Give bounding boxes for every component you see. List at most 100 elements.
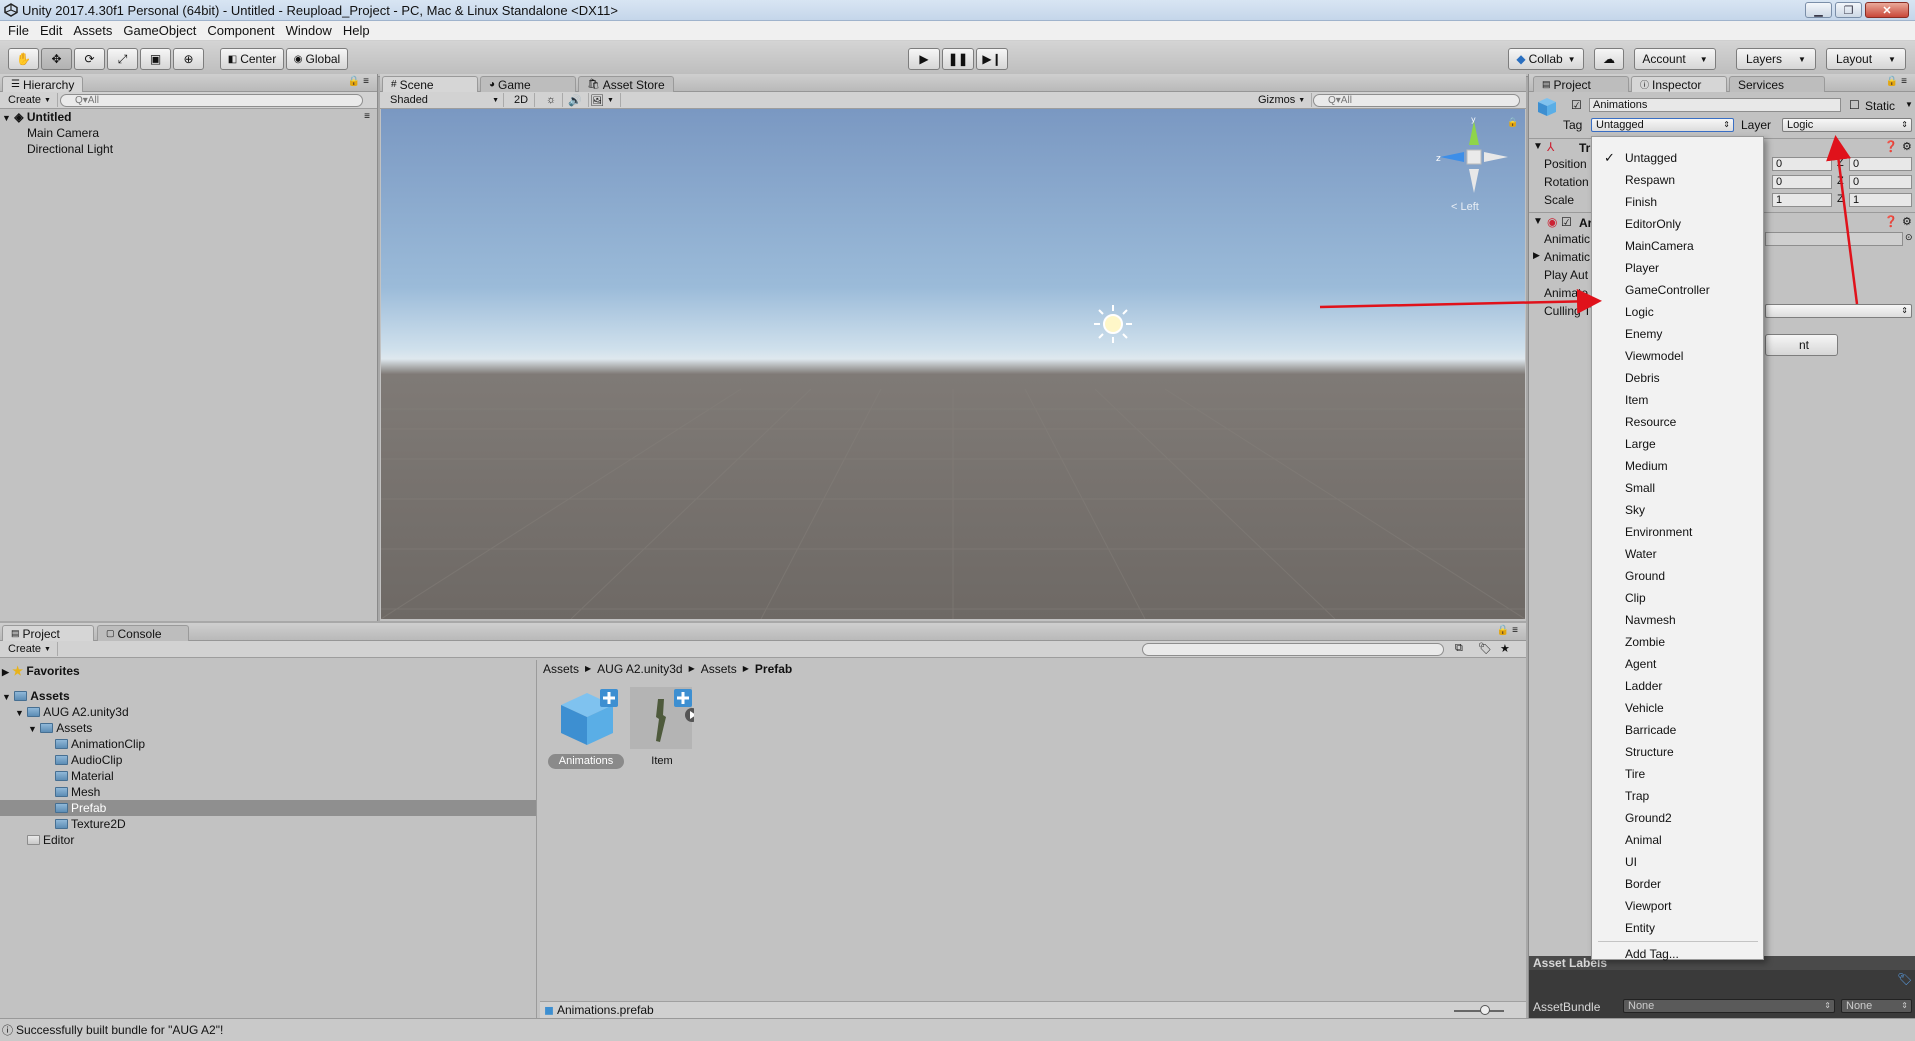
tag-option-respawn[interactable]: Respawn bbox=[1592, 169, 1763, 191]
tree-item-editor[interactable]: Editor bbox=[27, 832, 74, 848]
tag-option-medium[interactable]: Medium bbox=[1592, 455, 1763, 477]
tag-option-navmesh[interactable]: Navmesh bbox=[1592, 609, 1763, 631]
shading-mode-dropdown[interactable]: Shaded ▼ bbox=[384, 93, 504, 107]
tab-inspector[interactable]: ⓘ Inspector bbox=[1631, 76, 1727, 92]
scene-viewport[interactable]: z y < Left 🔒 bbox=[381, 109, 1525, 619]
scene-effects-dropdown[interactable]: 🖼 ▼ bbox=[584, 93, 621, 107]
panel-menu-icon[interactable]: 🔒 ≡ bbox=[1497, 625, 1518, 636]
tab-game[interactable]: ◕ Game bbox=[480, 76, 576, 92]
breadcrumb-item[interactable]: Assets bbox=[543, 662, 579, 676]
tag-option-viewmodel[interactable]: Viewmodel bbox=[1592, 345, 1763, 367]
tree-item-prefab[interactable]: Prefab bbox=[55, 800, 106, 816]
pivot-center-button[interactable]: ◧ Center bbox=[220, 48, 284, 70]
tag-option-agent[interactable]: Agent bbox=[1592, 653, 1763, 675]
rect-tool-button[interactable]: ▣ bbox=[140, 48, 171, 70]
rotation-y-field[interactable]: 0 bbox=[1772, 175, 1832, 189]
tag-option-item[interactable]: Item bbox=[1592, 389, 1763, 411]
menu-assets[interactable]: Assets bbox=[70, 21, 115, 40]
breadcrumb-item[interactable]: Assets bbox=[701, 662, 737, 676]
tag-option-sky[interactable]: Sky bbox=[1592, 499, 1763, 521]
component-enabled-checkbox[interactable]: ☑ bbox=[1561, 215, 1572, 229]
tree-item-texture2d[interactable]: Texture2D bbox=[55, 816, 126, 832]
account-dropdown[interactable]: Account ▼ bbox=[1634, 48, 1716, 70]
tag-option-ground2[interactable]: Ground2 bbox=[1592, 807, 1763, 829]
breadcrumb-item[interactable]: AUG A2.unity3d bbox=[597, 662, 682, 676]
menu-window[interactable]: Window bbox=[283, 21, 335, 40]
tree-item-material[interactable]: Material bbox=[55, 768, 114, 784]
scene-search-input[interactable]: Q▾All bbox=[1313, 94, 1520, 107]
play-button[interactable]: ▶ bbox=[908, 48, 940, 70]
icon-size-slider-thumb[interactable] bbox=[1480, 1005, 1490, 1015]
favorite-star-icon[interactable]: ★ bbox=[1500, 642, 1510, 655]
tag-option-barricade[interactable]: Barricade bbox=[1592, 719, 1763, 741]
tag-option-clip[interactable]: Clip bbox=[1592, 587, 1763, 609]
move-tool-button[interactable]: ✥ bbox=[41, 48, 72, 70]
cloud-button[interactable]: ☁ bbox=[1594, 48, 1624, 70]
chevron-down-icon[interactable]: ▼ bbox=[1905, 100, 1913, 109]
tree-item-aug-a2[interactable]: ▼ AUG A2.unity3d bbox=[15, 704, 129, 720]
gizmo-lock-icon[interactable]: 🔒 bbox=[1507, 117, 1518, 128]
tag-option-untagged[interactable]: ✓ Untagged bbox=[1592, 147, 1763, 169]
tag-option-ui[interactable]: UI bbox=[1592, 851, 1763, 873]
position-z-field[interactable]: 0 bbox=[1849, 157, 1912, 171]
tag-option-small[interactable]: Small bbox=[1592, 477, 1763, 499]
scale-tool-button[interactable]: ⤢ bbox=[107, 48, 138, 70]
tag-dropdown-button[interactable]: Untagged ⇕ bbox=[1591, 118, 1734, 132]
position-y-field[interactable]: 0 bbox=[1772, 157, 1832, 171]
scene-lighting-toggle[interactable]: ☼ bbox=[540, 93, 564, 107]
add-component-button[interactable]: nt bbox=[1765, 334, 1838, 356]
project-create-button[interactable]: Create ▼ bbox=[2, 642, 58, 656]
add-tag-option[interactable]: Add Tag... bbox=[1592, 937, 1763, 961]
help-icon[interactable]: ❓ bbox=[1884, 140, 1898, 153]
assets-root-item[interactable]: ▼ Assets bbox=[2, 688, 70, 704]
breadcrumb-item[interactable]: Prefab bbox=[755, 662, 792, 676]
tree-item-animationclip[interactable]: AnimationClip bbox=[55, 736, 145, 752]
gear-icon[interactable]: ⚙ bbox=[1902, 140, 1912, 153]
menu-file[interactable]: File bbox=[5, 21, 32, 40]
tag-option-player[interactable]: Player bbox=[1592, 257, 1763, 279]
hierarchy-search-input[interactable]: Q▾All bbox=[60, 94, 363, 107]
panel-menu-icon[interactable]: 🔒 ≡ bbox=[348, 76, 369, 87]
restore-button[interactable]: ❐ bbox=[1835, 2, 1862, 18]
expand-arrow-icon[interactable]: ▶ bbox=[1533, 250, 1540, 261]
icon-size-slider[interactable] bbox=[1454, 1010, 1504, 1012]
asset-bundle-dropdown[interactable]: None ⇕ bbox=[1623, 999, 1835, 1013]
tag-option-trap[interactable]: Trap bbox=[1592, 785, 1763, 807]
tag-option-vehicle[interactable]: Vehicle bbox=[1592, 697, 1763, 719]
transform-tool-button[interactable]: ⊕ bbox=[173, 48, 204, 70]
layout-dropdown[interactable]: Layout ▼ bbox=[1826, 48, 1906, 70]
minimize-button[interactable]: ▁ bbox=[1805, 2, 1832, 18]
scene-root-item[interactable]: ▼ ◈ Untitled ≡ bbox=[2, 109, 374, 125]
pause-button[interactable]: ❚❚ bbox=[942, 48, 974, 70]
directional-light-sun-icon[interactable] bbox=[1093, 304, 1133, 344]
expand-arrow-icon[interactable]: ▼ bbox=[1533, 216, 1543, 227]
favorites-item[interactable]: ▶ ★ Favorites bbox=[2, 663, 80, 679]
close-button[interactable]: ✕ bbox=[1865, 2, 1909, 18]
tag-option-finish[interactable]: Finish bbox=[1592, 191, 1763, 213]
tag-option-entity[interactable]: Entity bbox=[1592, 917, 1763, 939]
menu-help[interactable]: Help bbox=[340, 21, 373, 40]
tree-item-audioclip[interactable]: AudioClip bbox=[55, 752, 122, 768]
active-checkbox[interactable]: ☑ bbox=[1571, 98, 1582, 112]
rotate-tool-button[interactable]: ⟳ bbox=[74, 48, 105, 70]
tag-option-structure[interactable]: Structure bbox=[1592, 741, 1763, 763]
label-tag-icon[interactable]: 🏷 bbox=[1897, 972, 1912, 986]
menu-edit[interactable]: Edit bbox=[37, 21, 65, 40]
tag-option-border[interactable]: Border bbox=[1592, 873, 1763, 895]
tag-option-water[interactable]: Water bbox=[1592, 543, 1763, 565]
search-by-label-icon[interactable]: 🏷 bbox=[1478, 642, 1492, 655]
tag-option-zombie[interactable]: Zombie bbox=[1592, 631, 1763, 653]
tag-option-enemy[interactable]: Enemy bbox=[1592, 323, 1763, 345]
tree-item-mesh[interactable]: Mesh bbox=[55, 784, 100, 800]
hierarchy-item-directional-light[interactable]: Directional Light bbox=[27, 141, 113, 157]
space-global-button[interactable]: ◉ Global bbox=[286, 48, 348, 70]
collab-button[interactable]: ◆ Collab ▼ bbox=[1508, 48, 1584, 70]
menu-gameobject[interactable]: GameObject bbox=[120, 21, 199, 40]
hierarchy-item-main-camera[interactable]: Main Camera bbox=[27, 125, 99, 141]
object-name-field[interactable]: Animations bbox=[1589, 98, 1841, 112]
tag-option-ground[interactable]: Ground bbox=[1592, 565, 1763, 587]
tag-option-animal[interactable]: Animal bbox=[1592, 829, 1763, 851]
menu-component[interactable]: Component bbox=[204, 21, 277, 40]
step-button[interactable]: ▶❙ bbox=[976, 48, 1008, 70]
asset-item[interactable]: Item bbox=[630, 687, 694, 769]
